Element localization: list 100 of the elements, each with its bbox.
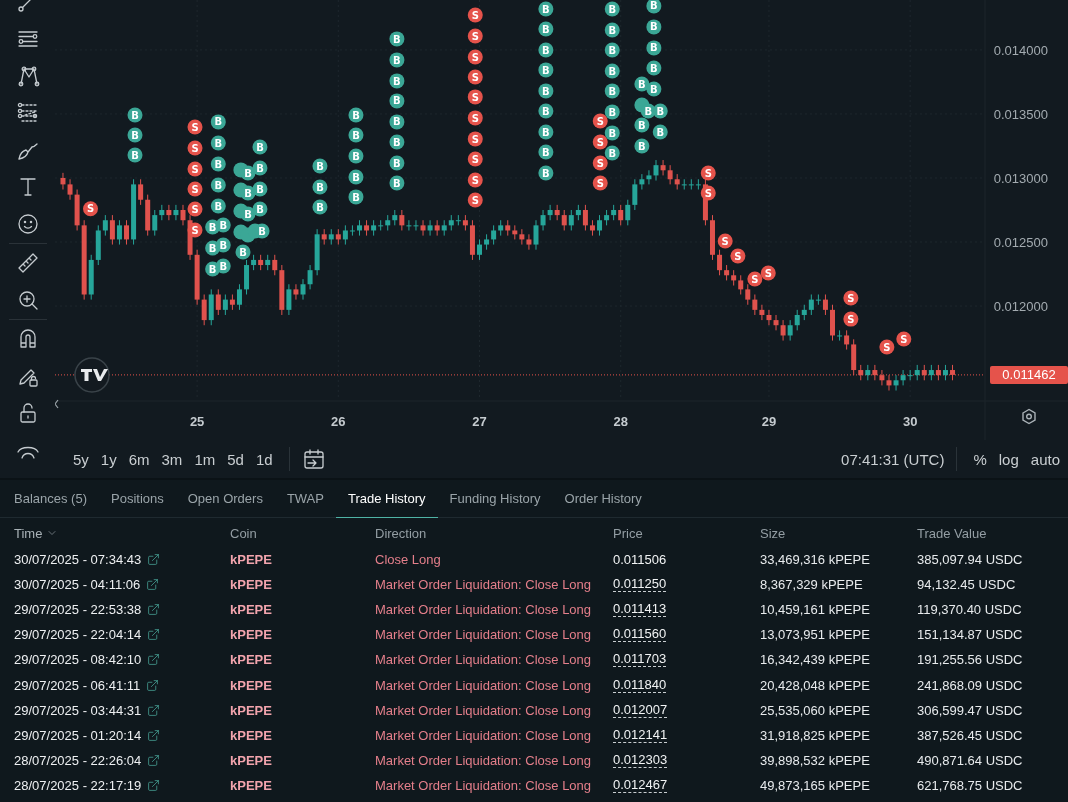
external-link-icon[interactable] bbox=[147, 703, 161, 717]
direction-cell-text: Market Order Liquidation: Close Long bbox=[375, 777, 593, 793]
trade-marker: S bbox=[700, 185, 716, 201]
column-header[interactable]: Direction bbox=[375, 525, 427, 541]
smiley-icon[interactable] bbox=[15, 212, 40, 236]
candlestick bbox=[830, 304, 835, 342]
coin-cell-text: kPEPE bbox=[230, 652, 273, 668]
trade-marker: B bbox=[538, 1, 554, 17]
trade-value-cell-text: 621,768.75 USDC bbox=[917, 777, 1024, 793]
candlestick bbox=[950, 364, 955, 381]
external-link-icon[interactable] bbox=[147, 778, 161, 792]
external-link-icon[interactable] bbox=[147, 553, 161, 567]
tab[interactable]: Open Orders bbox=[175, 480, 275, 518]
time-range-button[interactable]: 1m bbox=[190, 448, 220, 470]
trade-value-cell-text: 387,526.45 USDC bbox=[917, 727, 1024, 743]
direction-cell-text: Market Order Liquidation: Close Long bbox=[375, 677, 593, 693]
coin-cell-text: kPEPE bbox=[230, 777, 273, 793]
tab[interactable]: Positions bbox=[99, 480, 176, 518]
date-axis-label: 25 bbox=[189, 414, 205, 429]
size-cell-text: 10,459,161 kPEPE bbox=[760, 602, 871, 618]
trade-marker: B bbox=[646, 60, 662, 76]
trade-marker: B bbox=[604, 1, 620, 17]
external-link-icon[interactable] bbox=[147, 753, 161, 767]
time-cell: 29/07/2025 - 03:44:31 bbox=[14, 702, 142, 718]
tab[interactable]: TWAP bbox=[274, 480, 336, 518]
candlestick bbox=[124, 219, 129, 246]
trade-marker: B bbox=[604, 63, 620, 79]
tab[interactable]: Order History bbox=[552, 480, 654, 518]
trade-marker: B bbox=[634, 117, 650, 133]
trade-marker: B bbox=[646, 40, 662, 56]
trade-marker: S bbox=[467, 69, 483, 85]
price-cell: 0.012141 bbox=[613, 727, 668, 743]
trade-value-cell-text: 94,132.45 USDC bbox=[917, 577, 1017, 593]
date-axis-label: 28 bbox=[613, 414, 628, 429]
external-link-icon[interactable] bbox=[146, 678, 160, 692]
time-range-button[interactable]: 5d bbox=[223, 448, 248, 470]
trade-marker: B bbox=[252, 139, 268, 155]
trade-marker: S bbox=[592, 175, 608, 191]
column-header[interactable]: Coin bbox=[230, 525, 257, 541]
tab[interactable]: Funding History bbox=[437, 480, 553, 518]
trade-marker: B bbox=[604, 104, 620, 120]
column-header[interactable]: Size bbox=[760, 525, 786, 541]
trade-marker: S bbox=[467, 28, 483, 44]
fibonacci-icon[interactable] bbox=[15, 101, 40, 125]
time-range-button[interactable]: 1y bbox=[96, 448, 121, 470]
coin-cell-text: kPEPE bbox=[230, 602, 273, 618]
tab[interactable]: Trade History bbox=[335, 480, 438, 518]
trade-marker: S bbox=[467, 49, 483, 65]
time-cell: 29/07/2025 - 08:42:10 bbox=[14, 652, 142, 668]
external-link-icon[interactable] bbox=[147, 653, 161, 667]
trade-marker: B bbox=[252, 160, 268, 176]
candlestick bbox=[357, 219, 362, 237]
trade-marker: B bbox=[389, 134, 405, 150]
trade-marker: B bbox=[652, 124, 668, 140]
external-link-icon[interactable] bbox=[147, 603, 161, 617]
size-cell-text: 39,898,532 kPEPE bbox=[760, 752, 871, 768]
logo-icon bbox=[74, 357, 110, 393]
scale-button[interactable]: auto bbox=[1026, 448, 1064, 470]
trade-marker: B bbox=[538, 165, 554, 181]
price-cell: 0.012303 bbox=[613, 752, 668, 768]
trade-marker: S bbox=[83, 201, 98, 217]
size-cell-text: 13,073,951 kPEPE bbox=[760, 627, 871, 643]
tab[interactable]: Balances (5) bbox=[2, 480, 99, 518]
trade-marker: S bbox=[467, 7, 483, 23]
size-cell-text: 8,367,329 kPEPE bbox=[760, 577, 864, 593]
external-link-icon[interactable] bbox=[147, 628, 161, 642]
scale-button[interactable]: % bbox=[969, 448, 991, 470]
trade-marker: B bbox=[312, 199, 328, 215]
trade-marker: B bbox=[348, 189, 364, 205]
trade-marker: S bbox=[467, 110, 483, 126]
column-header[interactable]: Time bbox=[14, 525, 43, 541]
trade-marker: B bbox=[646, 0, 662, 14]
trade-marker: B bbox=[604, 145, 620, 161]
trade-marker: B bbox=[604, 42, 620, 58]
size-cell-text: 16,342,439 kPEPE bbox=[760, 652, 871, 668]
price-axis-label: 0.013000 bbox=[993, 171, 1048, 186]
column-header[interactable]: Price bbox=[613, 525, 643, 541]
trade-marker: B bbox=[389, 175, 405, 191]
trade-marker: S bbox=[467, 151, 483, 167]
coin-cell-text: kPEPE bbox=[230, 702, 273, 718]
trade-value-cell-text: 385,097.94 USDC bbox=[917, 552, 1024, 568]
time-cell: 29/07/2025 - 22:53:38 bbox=[14, 602, 142, 618]
date-axis-label: 29 bbox=[761, 414, 777, 429]
coin-cell-text: kPEPE bbox=[230, 752, 273, 768]
scale-button[interactable]: log bbox=[994, 448, 1023, 470]
time-range-button[interactable]: 6m bbox=[124, 448, 154, 470]
trade-marker: B bbox=[538, 124, 554, 140]
trade-marker: B bbox=[389, 52, 405, 68]
time-range-button[interactable]: 1d bbox=[251, 448, 277, 470]
direction-cell-text: Market Order Liquidation: Close Long bbox=[375, 727, 593, 743]
trade-marker: S bbox=[592, 134, 608, 150]
time-range-button[interactable]: 3m bbox=[157, 448, 187, 470]
external-link-icon[interactable] bbox=[146, 578, 160, 592]
calendar-icon[interactable] bbox=[301, 447, 326, 471]
direction-cell-text: Market Order Liquidation: Close Long bbox=[375, 602, 593, 618]
trade-marker: B bbox=[538, 103, 554, 119]
external-link-icon[interactable] bbox=[147, 728, 161, 742]
time-cell: 29/07/2025 - 01:20:14 bbox=[14, 727, 142, 743]
time-range-button[interactable]: 5y bbox=[69, 448, 93, 470]
column-header[interactable]: Trade Value bbox=[917, 525, 987, 541]
